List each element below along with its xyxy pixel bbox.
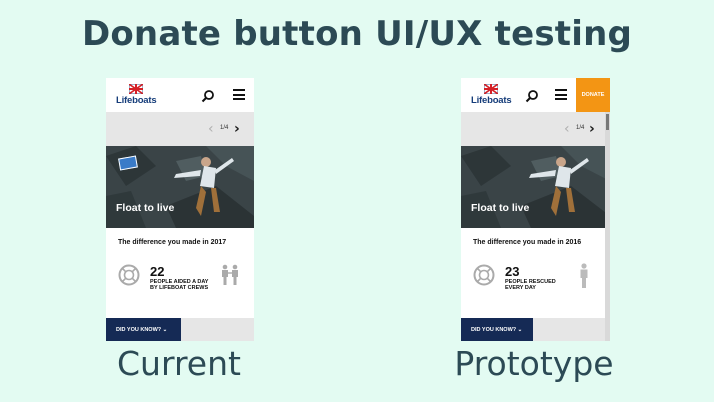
carousel-pager: ‹ 1/4 ›	[106, 112, 254, 146]
rnli-flag-icon	[129, 84, 143, 94]
chevron-right-icon[interactable]: ›	[234, 122, 240, 136]
phone-mockup-prototype: Lifeboats DONATE ‹ 1/4 › Float to live T…	[461, 78, 610, 341]
rnli-logo[interactable]: Lifeboats	[471, 84, 512, 108]
caption-current: Current	[117, 344, 241, 383]
chevron-left-icon[interactable]: ‹	[564, 122, 570, 136]
footer-bar: DID YOU KNOW? ⌄	[461, 318, 610, 341]
chevron-left-icon[interactable]: ‹	[208, 122, 214, 136]
chevron-right-icon[interactable]: ›	[589, 122, 595, 136]
hero-image[interactable]: Float to live	[461, 146, 610, 228]
site-header: Lifeboats DONATE	[461, 78, 610, 112]
phone-mockup-current: Lifeboats ‹ 1/4 › Float to live The diff…	[106, 78, 254, 341]
did-you-know-button[interactable]: DID YOU KNOW? ⌄	[106, 318, 181, 341]
search-icon[interactable]	[525, 88, 539, 103]
stat-description: PEOPLE AIDED A DAY BY LIFEBOAT CREWS	[150, 279, 209, 292]
stat-description: PEOPLE RESCUED EVERY DAY	[505, 279, 556, 292]
rnli-logo[interactable]: Lifeboats	[116, 84, 157, 108]
difference-title: The difference you made in 2017	[118, 239, 227, 246]
did-you-know-button[interactable]: DID YOU KNOW? ⌄	[461, 318, 533, 341]
caption-prototype: Prototype	[454, 344, 614, 383]
two-people-icon	[218, 264, 242, 286]
stat-number: 22	[150, 264, 165, 279]
lifebuoy-icon	[118, 264, 140, 286]
hero-image[interactable]: Float to live	[106, 146, 254, 228]
page-title: Donate button UI/UX testing	[81, 14, 633, 54]
pager-count: 1/4	[576, 125, 585, 131]
menu-icon[interactable]	[555, 89, 567, 100]
difference-title: The difference you made in 2016	[473, 239, 582, 246]
logo-text: Lifeboats	[471, 95, 512, 106]
hero-title: Float to live	[471, 202, 530, 214]
logo-text: Lifeboats	[116, 95, 157, 106]
menu-icon[interactable]	[233, 89, 245, 100]
stat-number: 23	[505, 264, 520, 279]
person-icon	[578, 263, 590, 289]
footer-bar: DID YOU KNOW? ⌄	[106, 318, 254, 341]
site-header: Lifeboats	[106, 78, 254, 112]
scrollbar[interactable]	[605, 112, 610, 341]
lifebuoy-icon	[473, 264, 495, 286]
donate-button[interactable]: DONATE	[576, 78, 610, 112]
carousel-pager: ‹ 1/4 ›	[461, 112, 610, 146]
scrollbar-thumb[interactable]	[606, 114, 609, 130]
hero-title: Float to live	[116, 202, 175, 214]
rnli-flag-icon	[484, 84, 498, 94]
pager-count: 1/4	[220, 125, 229, 131]
search-icon[interactable]	[201, 88, 215, 103]
